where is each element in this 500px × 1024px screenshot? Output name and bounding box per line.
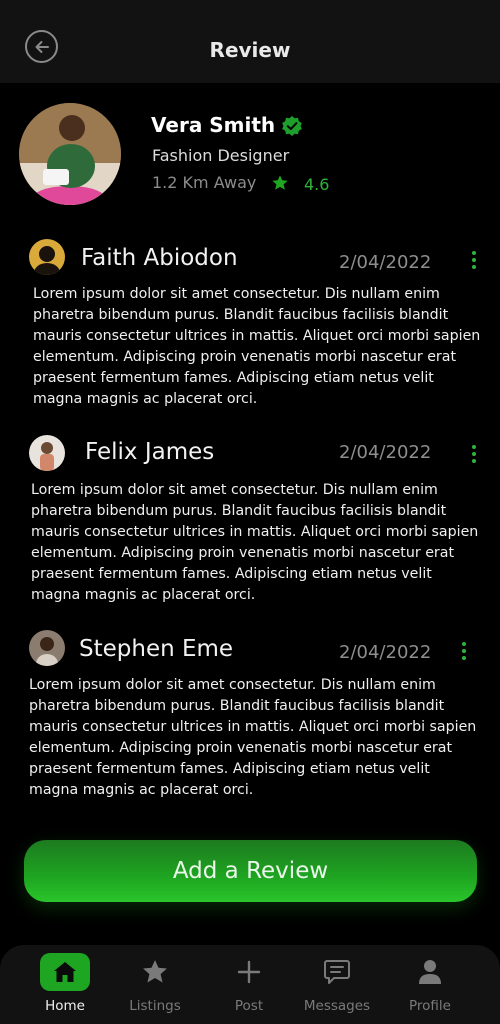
nav-icon-container: [224, 953, 274, 991]
profile-name: Vera Smith: [151, 113, 276, 137]
more-dot-icon: [472, 265, 476, 269]
nav-item-listings[interactable]: Listings: [115, 953, 195, 1019]
reviewer-name: Stephen Eme: [79, 636, 234, 662]
profile-distance: 1.2 Km Away: [152, 173, 257, 192]
more-dot-icon: [472, 459, 476, 463]
nav-label: Messages: [303, 998, 371, 1014]
nav-item-profile[interactable]: Profile: [390, 953, 470, 1019]
plus-icon: [237, 960, 261, 984]
review-menu-button[interactable]: [471, 251, 477, 269]
review-text: Lorem ipsum dolor sit amet consectetur. …: [31, 482, 479, 603]
profile-rating: 4.6: [304, 175, 330, 194]
more-dot-icon: [462, 656, 466, 660]
review-menu-button[interactable]: [471, 445, 477, 463]
more-dot-icon: [472, 258, 476, 262]
review-text: Lorem ipsum dolor sit amet consectetur. …: [29, 677, 477, 798]
nav-label: Home: [45, 998, 85, 1014]
review-date: 2/04/2022: [339, 252, 432, 273]
app-header: Review: [0, 0, 500, 83]
more-dot-icon: [472, 251, 476, 255]
bottom-nav: Home Listings Post Messages Profile: [0, 945, 500, 1024]
verified-badge-icon: [282, 116, 302, 136]
reviewer-name: Faith Abiodon: [81, 245, 238, 271]
home-icon: [54, 962, 76, 982]
profile-avatar[interactable]: [19, 103, 121, 205]
nav-icon-container: [312, 953, 362, 991]
more-dot-icon: [462, 649, 466, 653]
nav-label: Listings: [129, 998, 181, 1014]
rating-star-icon: [272, 175, 288, 190]
review-date: 2/04/2022: [339, 642, 432, 663]
more-dot-icon: [472, 445, 476, 449]
user-icon: [419, 960, 441, 984]
reviewer-avatar[interactable]: [29, 435, 65, 471]
nav-icon-container: [130, 953, 180, 991]
nav-item-messages[interactable]: Messages: [297, 953, 377, 1019]
nav-label: Profile: [409, 998, 451, 1014]
page-title: Review: [209, 38, 291, 62]
review-text: Lorem ipsum dolor sit amet consectetur. …: [33, 286, 481, 407]
nav-item-post[interactable]: Post: [209, 953, 289, 1019]
reviewer-avatar[interactable]: [29, 630, 65, 666]
reviewer-avatar[interactable]: [29, 239, 65, 275]
more-dot-icon: [462, 642, 466, 646]
add-review-button[interactable]: Add a Review: [24, 840, 477, 902]
review-date: 2/04/2022: [339, 442, 432, 463]
reviewer-name: Felix James: [85, 439, 215, 465]
nav-label: Post: [234, 998, 264, 1014]
profile-role: Fashion Designer: [152, 146, 290, 165]
review-menu-button[interactable]: [461, 642, 467, 660]
more-dot-icon: [472, 452, 476, 456]
message-icon: [324, 960, 350, 984]
nav-home-highlight: [40, 953, 90, 991]
nav-icon-container: [405, 953, 455, 991]
star-icon: [143, 960, 167, 983]
nav-item-home[interactable]: Home: [25, 953, 105, 1019]
